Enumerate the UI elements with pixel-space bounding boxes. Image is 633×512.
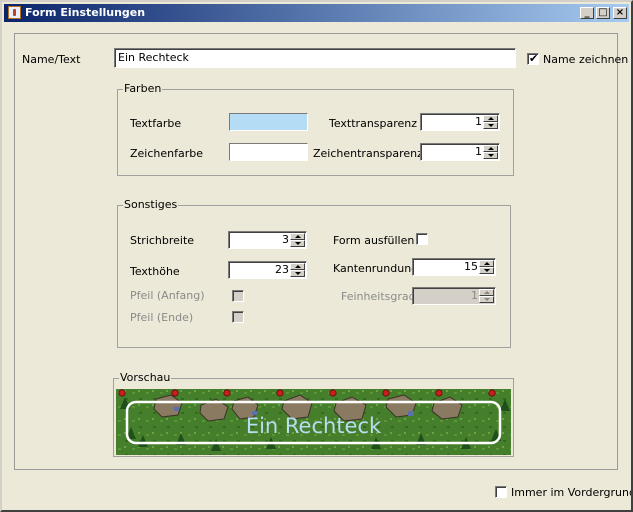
- arrow-start-label: Pfeil (Anfang): [130, 289, 205, 302]
- text-transparency-label: Texttransparenz: [329, 117, 418, 130]
- draw-transparency-value[interactable]: 1: [423, 145, 482, 159]
- spinner-down-arrow-icon[interactable]: [290, 240, 305, 247]
- preview-canvas: Ein Rechteck: [116, 389, 511, 455]
- dialog-window: Form Einstellungen _ □ × Name/Text Ein R…: [0, 0, 633, 512]
- misc-group-title: Sonstiges: [123, 198, 179, 211]
- fineness-spinner[interactable]: 1: [412, 287, 496, 305]
- spinner-up-arrow-icon[interactable]: [290, 263, 305, 270]
- java-app-icon: [8, 6, 21, 19]
- colors-group: Farben: [117, 82, 514, 176]
- checkmark-icon: ✔: [529, 52, 539, 65]
- draw-color-label: Zeichenfarbe: [130, 147, 204, 160]
- spinner-up-arrow-icon[interactable]: [483, 145, 498, 152]
- spinner-down-arrow-icon[interactable]: [483, 122, 498, 129]
- text-height-label: Texthöhe: [130, 265, 180, 278]
- spinner-down-arrow-icon[interactable]: [483, 152, 498, 159]
- maximize-button[interactable]: □: [596, 7, 610, 19]
- minimize-button[interactable]: _: [580, 7, 594, 19]
- spinner-up-arrow-icon[interactable]: [290, 233, 305, 240]
- stroke-width-value[interactable]: 3: [231, 233, 289, 247]
- corner-radius-value[interactable]: 15: [415, 260, 478, 274]
- fineness-value[interactable]: 1: [415, 289, 478, 303]
- colors-group-title: Farben: [123, 82, 163, 95]
- fill-shape-label: Form ausfüllen: [333, 234, 415, 247]
- text-transparency-spinner[interactable]: 1: [420, 113, 500, 131]
- arrow-end-checkbox[interactable]: [232, 311, 244, 323]
- always-on-top-checkbox[interactable]: [495, 486, 507, 498]
- name-text-input[interactable]: Ein Rechteck: [114, 48, 516, 68]
- text-color-swatch[interactable]: [229, 113, 308, 131]
- name-text-label: Name/Text: [22, 53, 81, 66]
- spinner-up-arrow-icon[interactable]: [483, 115, 498, 122]
- fill-shape-checkbox[interactable]: [416, 233, 428, 245]
- draw-name-label: Name zeichnen: [543, 53, 629, 66]
- spinner-down-arrow-icon[interactable]: [479, 296, 494, 303]
- arrow-start-checkbox[interactable]: [232, 290, 244, 302]
- arrow-end-label: Pfeil (Ende): [130, 311, 194, 324]
- always-on-top-label: Immer im Vordergrund: [511, 486, 633, 499]
- preview-shape-text: Ein Rechteck: [245, 414, 382, 438]
- close-button[interactable]: ×: [613, 7, 627, 19]
- spinner-down-arrow-icon[interactable]: [479, 267, 494, 274]
- fineness-label: Feinheitsgrad: [341, 290, 416, 303]
- stroke-width-label: Strichbreite: [130, 234, 195, 247]
- text-transparency-value[interactable]: 1: [423, 115, 482, 129]
- title-bar[interactable]: Form Einstellungen _ □ ×: [4, 4, 629, 22]
- spinner-up-arrow-icon[interactable]: [479, 289, 494, 296]
- corner-radius-spinner[interactable]: 15: [412, 258, 496, 276]
- draw-transparency-spinner[interactable]: 1: [420, 143, 500, 161]
- spinner-up-arrow-icon[interactable]: [479, 260, 494, 267]
- window-title: Form Einstellungen: [25, 6, 146, 19]
- text-height-value[interactable]: 23: [231, 263, 289, 277]
- spinner-down-arrow-icon[interactable]: [290, 270, 305, 277]
- draw-transparency-label: Zeichentransparenz: [313, 147, 423, 160]
- corner-radius-label: Kantenrundung: [333, 262, 419, 275]
- draw-name-checkbox[interactable]: ✔: [527, 53, 539, 65]
- preview-group-title: Vorschau: [119, 371, 172, 384]
- text-height-spinner[interactable]: 23: [228, 261, 307, 279]
- text-color-label: Textfarbe: [130, 117, 182, 130]
- stroke-width-spinner[interactable]: 3: [228, 231, 307, 249]
- draw-color-swatch[interactable]: [229, 143, 308, 161]
